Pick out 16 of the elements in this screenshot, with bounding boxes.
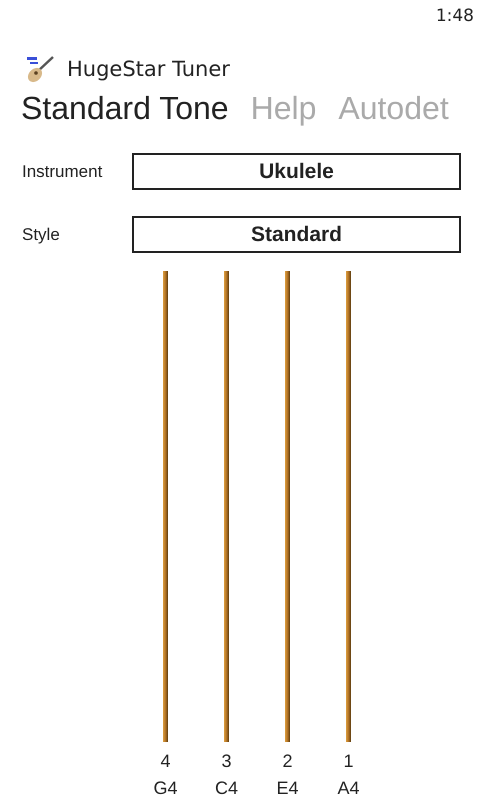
- picker-field[interactable]: Standard: [132, 216, 461, 253]
- clock-time: 1:48: [436, 6, 474, 28]
- string-note: A4: [337, 777, 360, 800]
- string-note: C4: [214, 777, 238, 800]
- string-number: 2: [282, 750, 292, 773]
- guitar-icon: [25, 54, 55, 84]
- field-label: Style: [22, 224, 61, 244]
- string-note: E4: [276, 777, 299, 800]
- pivot-tab[interactable]: Standard Tone: [21, 90, 229, 127]
- string-note: G4: [153, 777, 178, 800]
- string-number: 1: [343, 750, 354, 773]
- field-label: Instrument: [22, 162, 104, 182]
- picker-field[interactable]: Ukulele: [132, 153, 461, 190]
- app-title: HugeStar Tuner: [67, 57, 230, 81]
- string-number: 4: [160, 750, 170, 773]
- string-number: 3: [221, 750, 232, 773]
